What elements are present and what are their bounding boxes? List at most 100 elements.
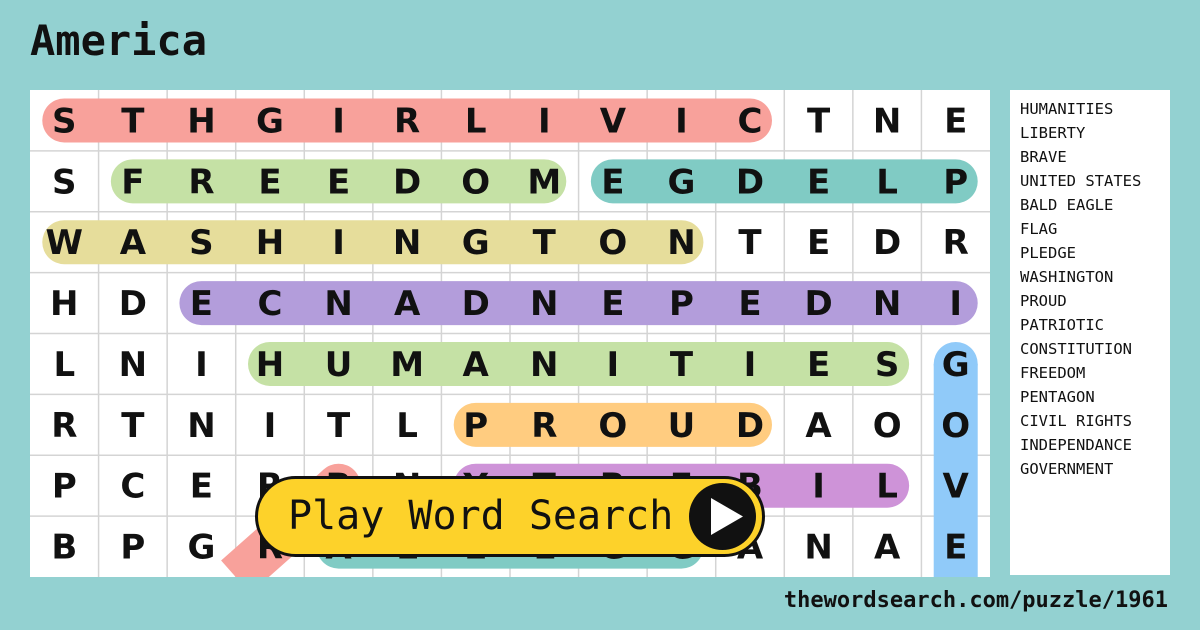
grid-letter[interactable]: G bbox=[942, 345, 970, 385]
grid-letter[interactable]: N bbox=[324, 284, 352, 324]
grid-letter[interactable]: T bbox=[121, 101, 145, 141]
grid-letter[interactable]: N bbox=[187, 406, 215, 446]
grid-letter[interactable]: V bbox=[943, 467, 970, 507]
puzzle-url[interactable]: thewordsearch.com/puzzle/1961 bbox=[784, 588, 1168, 613]
grid-letter[interactable]: I bbox=[949, 284, 962, 324]
grid-letter[interactable]: P bbox=[120, 528, 145, 568]
grid-letter[interactable]: P bbox=[52, 467, 77, 507]
grid-letter[interactable]: S bbox=[52, 101, 77, 141]
grid-letter[interactable]: D bbox=[873, 223, 901, 263]
grid-letter[interactable]: T bbox=[121, 406, 145, 446]
grid-letter[interactable]: L bbox=[396, 406, 418, 446]
word-list-item: BALD EAGLE bbox=[1020, 196, 1114, 214]
grid-letter[interactable]: C bbox=[120, 467, 145, 507]
grid-letter[interactable]: D bbox=[736, 162, 764, 202]
grid-letter[interactable]: R bbox=[394, 101, 420, 141]
grid-letter[interactable]: L bbox=[465, 101, 487, 141]
grid-letter[interactable]: R bbox=[531, 406, 557, 446]
grid-letter[interactable]: G bbox=[256, 101, 284, 141]
grid-letter[interactable]: E bbox=[190, 284, 213, 324]
grid-letter[interactable]: N bbox=[873, 284, 901, 324]
grid-letter[interactable]: V bbox=[600, 101, 627, 141]
grid-letter[interactable]: G bbox=[667, 162, 695, 202]
grid-letter[interactable]: N bbox=[873, 101, 901, 141]
grid-letter[interactable]: P bbox=[943, 162, 968, 202]
grid-letter[interactable]: O bbox=[598, 406, 627, 446]
grid-letter[interactable]: S bbox=[52, 162, 77, 202]
grid-letter[interactable]: E bbox=[327, 162, 350, 202]
grid-letter[interactable]: E bbox=[807, 162, 830, 202]
grid-letter[interactable]: N bbox=[804, 528, 832, 568]
grid-letter[interactable]: C bbox=[258, 284, 283, 324]
grid-letter[interactable]: O bbox=[873, 406, 902, 446]
grid-letter[interactable]: I bbox=[264, 406, 277, 446]
grid-letter[interactable]: A bbox=[120, 223, 147, 263]
grid-letter[interactable]: I bbox=[607, 345, 620, 385]
grid-letter[interactable]: T bbox=[738, 223, 762, 263]
grid-letter[interactable]: N bbox=[530, 284, 558, 324]
word-list-item: INDEPENDANCE bbox=[1020, 436, 1132, 454]
grid-letter[interactable]: I bbox=[538, 101, 551, 141]
grid-letter[interactable]: W bbox=[46, 223, 84, 263]
grid-letter[interactable]: L bbox=[876, 467, 898, 507]
grid-letter[interactable]: C bbox=[738, 101, 763, 141]
grid-letter[interactable]: D bbox=[119, 284, 147, 324]
grid-letter[interactable]: N bbox=[393, 223, 421, 263]
grid-letter[interactable]: E bbox=[601, 284, 624, 324]
grid-letter[interactable]: G bbox=[187, 528, 215, 568]
grid-letter[interactable]: I bbox=[195, 345, 208, 385]
grid-letter[interactable]: T bbox=[327, 406, 351, 446]
grid-letter[interactable]: E bbox=[601, 162, 624, 202]
grid-letter[interactable]: E bbox=[944, 101, 967, 141]
grid-letter[interactable]: T bbox=[670, 345, 694, 385]
grid-letter[interactable]: B bbox=[51, 528, 77, 568]
grid-letter[interactable]: O bbox=[598, 223, 627, 263]
grid-letter[interactable]: O bbox=[941, 406, 970, 446]
grid-letter[interactable]: R bbox=[51, 406, 77, 446]
grid-letter[interactable]: T bbox=[807, 101, 831, 141]
grid-letter[interactable]: I bbox=[744, 345, 757, 385]
grid-letter[interactable]: M bbox=[390, 345, 424, 385]
grid-letter[interactable]: I bbox=[332, 101, 345, 141]
grid-letter[interactable]: S bbox=[875, 345, 900, 385]
grid-letter[interactable]: H bbox=[256, 223, 284, 263]
grid-letter[interactable]: N bbox=[530, 345, 558, 385]
grid-letter[interactable]: E bbox=[807, 345, 830, 385]
grid-letter[interactable]: D bbox=[804, 284, 832, 324]
grid-letter[interactable]: S bbox=[189, 223, 214, 263]
grid-letter[interactable]: N bbox=[667, 223, 695, 263]
grid-letter[interactable]: H bbox=[187, 101, 215, 141]
grid-letter[interactable]: F bbox=[121, 162, 144, 202]
grid-letter[interactable]: G bbox=[462, 223, 490, 263]
grid-letter[interactable]: I bbox=[332, 223, 345, 263]
grid-letter[interactable]: A bbox=[805, 406, 832, 446]
grid-letter[interactable]: H bbox=[50, 284, 78, 324]
grid-letter[interactable]: D bbox=[393, 162, 421, 202]
grid-letter[interactable]: E bbox=[807, 223, 830, 263]
grid-letter[interactable]: A bbox=[463, 345, 490, 385]
grid-letter[interactable]: P bbox=[463, 406, 488, 446]
grid-letter[interactable]: D bbox=[736, 406, 764, 446]
play-word-search-button[interactable]: Play Word Search bbox=[255, 476, 765, 557]
grid-letter[interactable]: H bbox=[256, 345, 284, 385]
grid-letter[interactable]: E bbox=[738, 284, 761, 324]
grid-letter[interactable]: A bbox=[394, 284, 421, 324]
grid-letter[interactable]: E bbox=[944, 528, 967, 568]
grid-letter[interactable]: A bbox=[874, 528, 901, 568]
grid-letter[interactable]: E bbox=[258, 162, 281, 202]
grid-letter[interactable]: I bbox=[675, 101, 688, 141]
grid-letter[interactable]: T bbox=[533, 223, 557, 263]
grid-letter[interactable]: U bbox=[325, 345, 353, 385]
grid-letter[interactable]: R bbox=[188, 162, 214, 202]
grid-letter[interactable]: P bbox=[669, 284, 694, 324]
grid-letter[interactable]: L bbox=[53, 345, 75, 385]
grid-letter[interactable]: D bbox=[462, 284, 490, 324]
grid-letter[interactable]: O bbox=[461, 162, 490, 202]
grid-letter[interactable]: R bbox=[943, 223, 969, 263]
grid-letter[interactable]: U bbox=[668, 406, 696, 446]
grid-letter[interactable]: L bbox=[876, 162, 898, 202]
grid-letter[interactable]: N bbox=[119, 345, 147, 385]
grid-letter[interactable]: I bbox=[812, 467, 825, 507]
grid-letter[interactable]: E bbox=[190, 467, 213, 507]
grid-letter[interactable]: M bbox=[527, 162, 561, 202]
